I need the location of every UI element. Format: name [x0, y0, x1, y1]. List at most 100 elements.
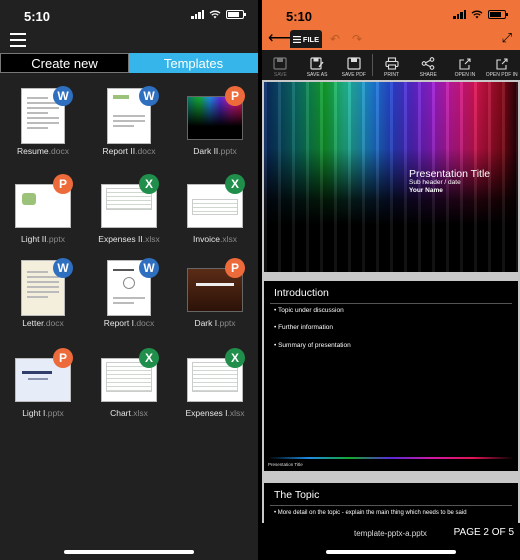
excel-icon: X [139, 348, 159, 368]
template-ext: .xlsx [130, 408, 148, 418]
template-name: Letter [22, 318, 44, 328]
template-ext: .pptx [45, 408, 64, 418]
toolbar-label: OPEN IN [454, 72, 476, 78]
slide-the-topic[interactable]: The Topic • More detail on the topic - e… [264, 483, 518, 523]
template-ext: .xlsx [142, 234, 160, 244]
page-indicator: PAGE 2 OF 5 [453, 527, 514, 538]
fullscreen-icon[interactable]: ⤢ [502, 31, 512, 44]
template-ext: .pptx [217, 318, 236, 328]
home-indicator[interactable] [326, 550, 456, 554]
slide-subheader: Sub header / date [409, 179, 461, 186]
template-ext: .docx [133, 318, 155, 328]
template-ext: .docx [43, 318, 64, 328]
wifi-icon [209, 10, 221, 19]
wifi-icon [471, 10, 483, 19]
tab-create-new[interactable]: Create new [0, 53, 129, 73]
open-pdf-in-icon [496, 58, 508, 70]
powerpoint-icon: P [53, 348, 73, 368]
template-tile-chart[interactable]: X Chart.xlsx [86, 348, 172, 440]
toolbar-label: PRINT [384, 72, 400, 78]
toolbar-label: SAVE [273, 72, 287, 78]
slide-bullet: • Further information [274, 324, 333, 331]
tab-templates[interactable]: Templates [129, 53, 258, 73]
template-tile-dark-i[interactable]: P Dark I.pptx [172, 258, 258, 350]
undo-icon[interactable]: ↶ [330, 33, 340, 45]
status-time: 5:10 [24, 9, 51, 24]
template-name: Report I [103, 318, 134, 328]
split-screen: 5:10 Create new Templates W Resume.docx [0, 0, 520, 560]
status-bar: 5:10 [0, 0, 258, 30]
template-name: Light I [22, 408, 46, 418]
save-pdf-button[interactable]: SAVE PDF [335, 50, 372, 80]
document-pane: 5:10 ⟵ FILE ↶ ↷ ⤢ SAVE SAVE AS SAVE PDF … [262, 0, 520, 560]
slide-rule [270, 303, 512, 304]
tab-bar: Create new Templates [0, 53, 258, 73]
redo-icon[interactable]: ↷ [352, 33, 362, 45]
powerpoint-icon: P [225, 258, 245, 278]
word-icon: W [53, 258, 73, 278]
floppy-icon [273, 57, 287, 70]
powerpoint-icon: P [225, 86, 245, 106]
slide-viewer[interactable]: Presentation Title Sub header / date You… [262, 80, 520, 523]
back-arrow-icon[interactable]: ⟵ [268, 31, 291, 47]
template-name: Dark II [193, 146, 219, 156]
word-icon: W [139, 258, 159, 278]
template-ext: .docx [48, 146, 69, 156]
print-button[interactable]: PRINT [373, 50, 410, 80]
template-tile-expenses-ii[interactable]: X Expenses II.xlsx [86, 174, 172, 266]
template-tile-report-i[interactable]: W Report I.docx [86, 258, 172, 350]
share-button[interactable]: SHARE [410, 50, 447, 80]
template-ext: .pptx [46, 234, 65, 244]
document-footer: template-pptx-a.pptx PAGE 2 OF 5 [262, 523, 520, 560]
file-toolbar: SAVE SAVE AS SAVE PDF PRINT SHARE OPEN I… [262, 50, 520, 80]
word-icon: W [53, 86, 73, 106]
status-time: 5:10 [286, 9, 313, 24]
template-tile-light-ii[interactable]: P Light II.pptx [0, 174, 86, 266]
signal-icon [453, 10, 466, 19]
excel-icon: X [225, 348, 245, 368]
template-tile-expenses-i[interactable]: X Expenses I.xlsx [172, 348, 258, 440]
templates-pane: 5:10 Create new Templates W Resume.docx [0, 0, 258, 560]
template-tile-report-ii[interactable]: W Report II.docx [86, 86, 172, 178]
template-tile-invoice[interactable]: X Invoice.xlsx [172, 174, 258, 266]
slide-bullet: • More detail on the topic - explain the… [274, 510, 467, 516]
slide-heading: The Topic [274, 489, 320, 501]
toolbar-label: OPEN PDF IN [485, 72, 518, 78]
app-header: 5:10 ⟵ FILE ↶ ↷ ⤢ [262, 0, 520, 50]
powerpoint-icon: P [53, 174, 73, 194]
template-ext: .xlsx [227, 408, 245, 418]
template-name: Chart [110, 408, 131, 418]
save-as-button[interactable]: SAVE AS [299, 50, 336, 80]
slide-accent-line [268, 457, 514, 459]
home-indicator[interactable] [64, 550, 194, 554]
template-name: Report II [102, 146, 136, 156]
toolbar-label: SAVE PDF [341, 72, 366, 78]
slide-introduction[interactable]: Introduction • Topic under discussion • … [264, 281, 518, 471]
toolbar-label: SHARE [419, 72, 437, 78]
toolbar-label: SAVE AS [306, 72, 328, 78]
template-tile-letter[interactable]: W Letter.docx [0, 258, 86, 350]
slide-footer: Presentation Title [268, 462, 303, 467]
file-name: template-pptx-a.pptx [354, 529, 427, 538]
battery-icon [226, 10, 246, 19]
template-tile-light-i[interactable]: P Light I.pptx [0, 348, 86, 440]
slide-heading: Introduction [274, 287, 329, 299]
save-button[interactable]: SAVE [262, 50, 299, 80]
excel-icon: X [139, 174, 159, 194]
template-name: Resume [17, 146, 49, 156]
open-in-button[interactable]: OPEN IN [447, 50, 484, 80]
battery-icon [488, 10, 508, 19]
open-pdf-in-button[interactable]: OPEN PDF IN [483, 50, 520, 80]
menu-icon[interactable] [10, 33, 26, 47]
file-label: FILE [302, 34, 320, 44]
template-name: Light II [21, 234, 47, 244]
template-tile-resume[interactable]: W Resume.docx [0, 86, 86, 178]
template-tile-dark-ii[interactable]: P Dark II.pptx [172, 86, 258, 178]
file-menu-button[interactable]: FILE [290, 30, 322, 48]
open-in-icon [459, 58, 471, 70]
slide-bullet: • Summary of presentation [274, 342, 351, 349]
template-name: Dark I [194, 318, 218, 328]
save-as-icon [310, 57, 324, 70]
slide-title[interactable]: Presentation Title Sub header / date You… [264, 82, 518, 272]
slide-rule [270, 505, 512, 506]
